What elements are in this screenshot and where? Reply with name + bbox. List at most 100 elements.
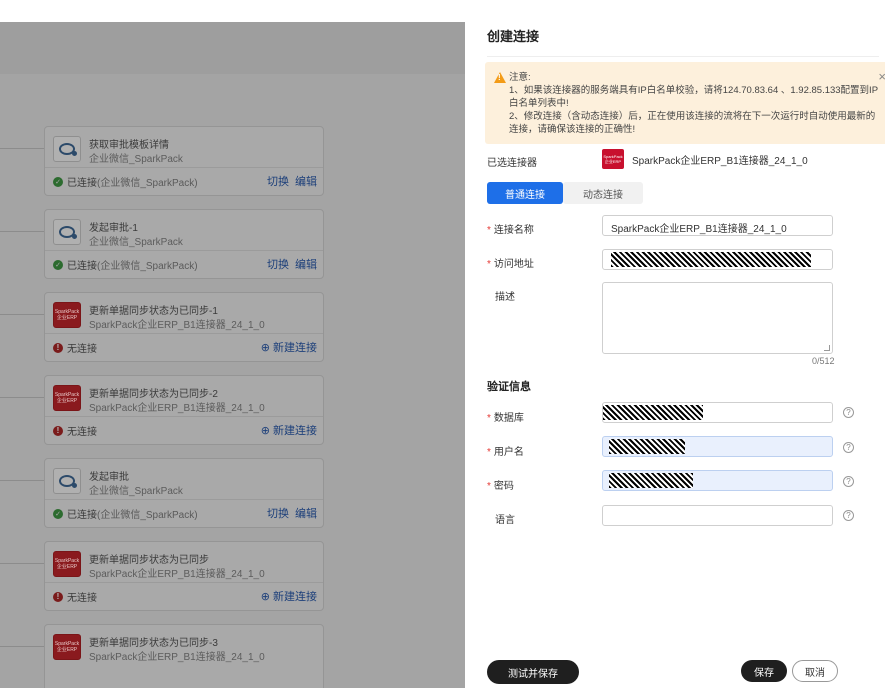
auth-section-title: 验证信息 xyxy=(487,381,531,393)
flow-connector-line xyxy=(0,231,44,232)
card-header: SparkPack 企业ERP 更新单据同步状态为已同步-2 SparkPack企… xyxy=(51,382,317,414)
status-text: 已连接 xyxy=(67,510,97,521)
tab-dynamic-connection[interactable]: 动态连接 xyxy=(563,182,643,204)
notice-text: 注意: 1、如果该连接器的服务端具有IP白名单校验，请将124.70.83.64… xyxy=(509,71,881,136)
edit-link[interactable]: 编辑 xyxy=(295,176,317,188)
card-actions: 切换 编辑 xyxy=(261,505,317,521)
name-label: * 连接名称 xyxy=(487,221,534,236)
new-connection-link[interactable]: ⊕ 新建连接 xyxy=(261,591,317,603)
status-detail: (企业微信_SparkPack) xyxy=(97,178,198,189)
selected-connector: SparkPack 企业ERP SparkPack企业ERP_B1连接器_24_… xyxy=(602,149,808,169)
step-title: 更新单据同步状态为已同步 xyxy=(89,555,209,566)
wecom-chat-icon xyxy=(53,468,81,494)
username-input[interactable] xyxy=(602,436,833,457)
flow-editor-backdrop[interactable]: 获取审批模板详情 企业微信_SparkPack ✓ 已连接 (企业微信_SparkPa… xyxy=(0,0,465,688)
password-input[interactable] xyxy=(602,470,833,491)
access-url-input[interactable] xyxy=(602,249,833,270)
status-text: 已连接 xyxy=(67,261,97,272)
connection-name-input[interactable]: SparkPack企业ERP_B1连接器_24_1_0 xyxy=(602,215,833,236)
new-connection-link[interactable]: ⊕ 新建连接 xyxy=(261,425,317,437)
connection-status: ! 无连接 xyxy=(53,340,97,355)
editor-top-band xyxy=(0,0,465,22)
logo-text-2: 企业ERP xyxy=(56,564,78,570)
username-label-text: 用户名 xyxy=(493,447,524,458)
wecom-chat-icon xyxy=(53,219,81,245)
card-divider xyxy=(45,167,323,168)
card-header: 发起审批 企业微信_SparkPack xyxy=(51,465,317,497)
flow-connector-line xyxy=(0,148,44,149)
flow-step-card[interactable]: 发起审批 企业微信_SparkPack ✓ 已连接 (企业微信_SparkPack) … xyxy=(44,458,324,528)
step-connector-name: SparkPack企业ERP_B1连接器_24_1_0 xyxy=(89,652,265,663)
step-title: 发起审批-1 xyxy=(89,223,138,234)
flow-connector-line xyxy=(0,397,44,398)
new-connection-link[interactable]: ⊕ 新建连接 xyxy=(261,342,317,354)
flow-step-card[interactable]: 获取审批模板详情 企业微信_SparkPack ✓ 已连接 (企业微信_SparkPa… xyxy=(44,126,324,196)
step-title: 获取审批模板详情 xyxy=(89,140,169,151)
redacted-value xyxy=(609,439,685,454)
url-label: * 访问地址 xyxy=(487,255,534,270)
language-input[interactable] xyxy=(602,505,833,526)
description-textarea[interactable] xyxy=(602,282,833,354)
connection-status: ✓ 已连接 (企业微信_SparkPack) xyxy=(53,506,198,521)
card-header: 发起审批-1 企业微信_SparkPack xyxy=(51,216,317,248)
flow-connector-line xyxy=(0,646,44,647)
database-input[interactable] xyxy=(602,402,833,423)
notice-heading: 注意: xyxy=(509,72,531,83)
error-circle-icon: ! xyxy=(53,342,63,353)
switch-link[interactable]: 切换 xyxy=(267,259,289,271)
flow-step-card[interactable]: SparkPack 企业ERP 更新单据同步状态为已同步 SparkPack企业E… xyxy=(44,541,324,611)
connection-status: ! 无连接 xyxy=(53,589,97,604)
edit-link[interactable]: 编辑 xyxy=(295,259,317,271)
language-label: 语言 xyxy=(495,515,515,526)
required-mark: * xyxy=(487,481,491,492)
card-header: SparkPack 企业ERP 更新单据同步状态为已同步 SparkPack企业E… xyxy=(51,548,317,580)
close-icon[interactable]: × xyxy=(878,69,885,84)
check-circle-icon: ✓ xyxy=(53,176,63,187)
password-label: * 密码 xyxy=(487,477,514,492)
flow-connector-line xyxy=(0,314,44,315)
flow-step-card[interactable]: SparkPack 企业ERP 更新单据同步状态为已同步-2 SparkPack企… xyxy=(44,375,324,445)
redacted-value xyxy=(609,473,693,488)
card-header: 获取审批模板详情 企业微信_SparkPack xyxy=(51,133,317,165)
error-circle-icon: ! xyxy=(53,591,63,602)
help-icon[interactable]: ? xyxy=(843,442,854,453)
resize-handle-icon[interactable] xyxy=(824,345,830,351)
connection-type-tabs: 普通连接 动态连接 xyxy=(487,182,643,204)
card-actions: ⊕ 新建连接 xyxy=(255,422,317,438)
tab-normal-connection[interactable]: 普通连接 xyxy=(487,182,563,204)
flow-step-card[interactable]: 发起审批-1 企业微信_SparkPack ✓ 已连接 (企业微信_SparkPack… xyxy=(44,209,324,279)
password-label-text: 密码 xyxy=(493,481,514,492)
switch-link[interactable]: 切换 xyxy=(267,508,289,520)
logo-text-2: 企业ERP xyxy=(56,315,78,321)
url-label-text: 访问地址 xyxy=(493,259,534,270)
card-actions: ⊕ 新建连接 xyxy=(255,588,317,604)
card-divider xyxy=(45,250,323,251)
required-mark: * xyxy=(487,413,491,424)
drawer-title: 创建连接 xyxy=(487,29,540,44)
help-icon[interactable]: ? xyxy=(843,407,854,418)
flow-step-card[interactable]: SparkPack 企业ERP 更新单据同步状态为已同步-3 SparkPack企… xyxy=(44,624,324,688)
step-title: 更新单据同步状态为已同步-2 xyxy=(89,389,218,400)
connection-status: ✓ 已连接 (企业微信_SparkPack) xyxy=(53,257,198,272)
card-divider xyxy=(45,582,323,583)
test-and-save-button[interactable]: 测试并保存 xyxy=(487,660,579,684)
card-actions: 切换 编辑 xyxy=(261,173,317,189)
step-connector-name: 企业微信_SparkPack xyxy=(89,486,183,497)
connection-status: ✓ 已连接 (企业微信_SparkPack) xyxy=(53,174,198,189)
flow-connector-line xyxy=(0,480,44,481)
error-circle-icon: ! xyxy=(53,425,63,436)
flow-connector-line xyxy=(0,563,44,564)
flow-step-card[interactable]: SparkPack 企业ERP 更新单据同步状态为已同步-1 SparkPack企… xyxy=(44,292,324,362)
card-divider xyxy=(45,416,323,417)
help-icon[interactable]: ? xyxy=(843,510,854,521)
step-connector-name: 企业微信_SparkPack xyxy=(89,237,183,248)
sparkpack-logo-icon: SparkPack 企业ERP xyxy=(53,302,81,328)
step-connector-name: SparkPack企业ERP_B1连接器_24_1_0 xyxy=(89,403,265,414)
save-button[interactable]: 保存 xyxy=(741,660,787,682)
edit-link[interactable]: 编辑 xyxy=(295,508,317,520)
selected-connector-name: SparkPack企业ERP_B1连接器_24_1_0 xyxy=(632,155,808,167)
database-label-text: 数据库 xyxy=(493,413,524,424)
cancel-button[interactable]: 取消 xyxy=(792,660,838,682)
switch-link[interactable]: 切换 xyxy=(267,176,289,188)
help-icon[interactable]: ? xyxy=(843,476,854,487)
